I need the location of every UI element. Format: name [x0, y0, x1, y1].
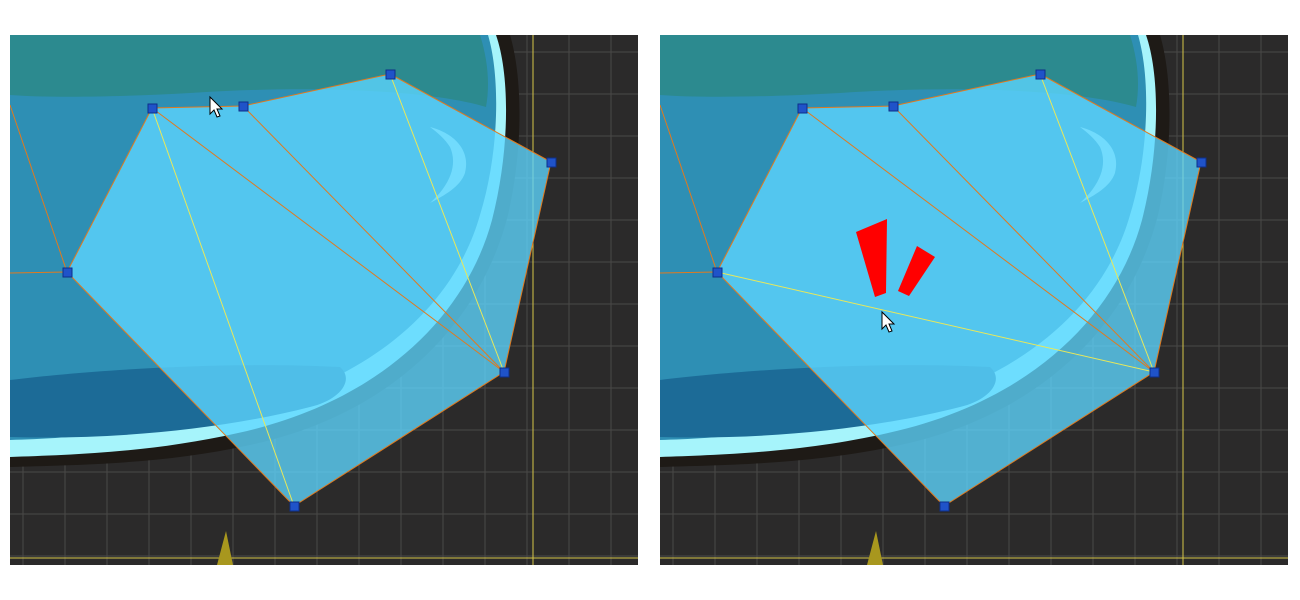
mesh-vertex-handle[interactable]: [546, 157, 557, 168]
mesh-vertex-handle[interactable]: [888, 101, 899, 112]
mesh-vertex-handle[interactable]: [939, 501, 950, 512]
panel-before-mesh[interactable]: [10, 35, 638, 565]
editor-canvas-after[interactable]: [660, 35, 1288, 565]
mesh-vertex-handle[interactable]: [1035, 69, 1046, 80]
mesh-vertex-handle[interactable]: [385, 69, 396, 80]
mesh-vertex-handle[interactable]: [797, 103, 808, 114]
mesh-vertex-handle[interactable]: [62, 267, 73, 278]
mesh-vertex-handle[interactable]: [1196, 157, 1207, 168]
mesh-vertex-handle[interactable]: [499, 367, 510, 378]
mesh-vertex-handle[interactable]: [1149, 367, 1160, 378]
panel-after-mesh[interactable]: [660, 35, 1288, 565]
mesh-vertex-handle[interactable]: [147, 103, 158, 114]
mesh-vertex-handle[interactable]: [238, 101, 249, 112]
editor-canvas-before[interactable]: [10, 35, 638, 565]
mesh-vertex-handle[interactable]: [712, 267, 723, 278]
mesh-vertex-handle[interactable]: [289, 501, 300, 512]
